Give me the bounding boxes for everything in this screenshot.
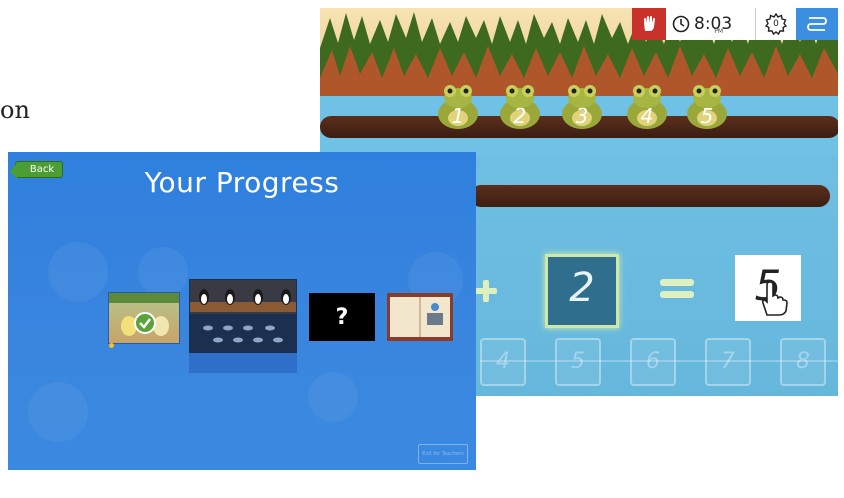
result-box[interactable]: 5 (735, 255, 801, 321)
pointer-hand-icon (761, 281, 788, 316)
book-activity-image (390, 297, 450, 337)
settings-button[interactable]: 0 (756, 8, 796, 40)
frog-number: 3 (575, 104, 589, 128)
activity-thumbnail-book[interactable] (387, 293, 453, 341)
frog-number: 4 (640, 104, 654, 128)
frog-4[interactable]: 4 (622, 80, 672, 132)
help-button[interactable] (632, 8, 667, 40)
exit-for-teachers-button[interactable]: Exit for Teachers (418, 444, 468, 464)
frog-2[interactable]: 2 (495, 80, 545, 132)
current-activity-highlight (189, 353, 297, 373)
clock: 8:03 PM (666, 8, 756, 40)
frog-5[interactable]: 5 (682, 80, 732, 132)
number-tiles: 4 5 6 7 8 (480, 338, 838, 386)
frog-number: 5 (700, 104, 714, 128)
frog-3[interactable]: 3 (557, 80, 607, 132)
number-tile[interactable]: 8 (780, 338, 826, 386)
plus-icon (475, 280, 497, 302)
progress-screen: Back Your Progress ? Exit for Teachers (8, 152, 476, 470)
ghost-decoration (138, 247, 188, 297)
frog-number: 1 (451, 104, 465, 128)
hand-icon (644, 16, 656, 31)
game-toolbar: 8:03 PM 0 (632, 8, 838, 40)
frog-1[interactable]: 1 (433, 80, 483, 132)
activity-thumbnail-locked[interactable]: ? (309, 293, 375, 341)
gear-count: 0 (773, 19, 779, 29)
clock-ampm: PM (714, 27, 723, 35)
tile-label: 8 (796, 349, 810, 374)
ghost-decoration (48, 242, 108, 302)
answer-box[interactable]: 2 (545, 254, 619, 328)
completed-activity-image (109, 293, 179, 336)
ghost-decoration (28, 382, 88, 442)
tile-label: 7 (721, 349, 735, 374)
number-tile[interactable]: 6 (630, 338, 676, 386)
tile-label: 5 (571, 349, 585, 374)
number-tile[interactable]: 5 (555, 338, 601, 386)
stray-text: on (0, 96, 30, 124)
clock-icon (672, 15, 690, 33)
number-tile[interactable]: 4 (480, 338, 526, 386)
number-tile[interactable]: 7 (705, 338, 751, 386)
ghost-decoration (308, 372, 358, 422)
activity-thumbnail-completed[interactable] (108, 292, 180, 348)
tile-label: 6 (646, 349, 660, 374)
tile-label: 4 (496, 349, 510, 374)
clock-time: 8:03 (694, 14, 733, 34)
route-icon (807, 17, 827, 31)
penguin-activity-image (190, 280, 296, 343)
progress-dot (109, 343, 114, 348)
route-menu-button[interactable] (796, 8, 838, 40)
answer-value: 2 (569, 265, 595, 311)
frog-number: 2 (513, 104, 527, 128)
log-bottom (470, 185, 830, 207)
activity-thumbnail-current[interactable] (189, 279, 297, 355)
equals-icon (660, 279, 694, 298)
page-title: Your Progress (144, 166, 340, 199)
